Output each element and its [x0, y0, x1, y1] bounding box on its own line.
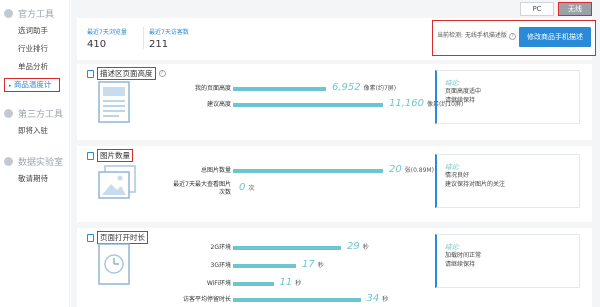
book-icon [87, 151, 94, 160]
sidebar-item-analysis[interactable]: 单品分析 [0, 58, 69, 76]
summary-panel: 最近7天浏览量 410 最近7天访客数 211 当前检测: 无线手机描述版? 修… [77, 18, 596, 60]
mobile-tab[interactable]: 无线 [558, 2, 592, 16]
conclusion-title: 结论: [445, 163, 461, 171]
section-header: 描述区页面高度 ? [87, 67, 166, 80]
metric-value: 20 张(0.89M) [389, 164, 434, 175]
book-icon [87, 233, 94, 242]
conclusion-box: 结论: 加载时间正常 请继续保持 [435, 234, 580, 288]
metric-value: 34 秒 [366, 293, 389, 304]
sidebar-group-third-party: 第三方工具 [0, 104, 69, 122]
metric-label: WiFi环境 [206, 280, 231, 287]
sidebar-item-stay-tuned[interactable]: 敬请期待 [0, 170, 69, 188]
sidebar-group-lab: 数据实验室 [0, 152, 69, 170]
metric-row: 2G环境 29 秒 [147, 241, 427, 254]
detection-text: 当前检测: 无线手机描述版 [437, 32, 507, 39]
stat-label: 最近7天浏览量 [87, 29, 127, 36]
stat-value: 410 [87, 39, 107, 50]
metric-label: 最近7天最大查看图片次数 [173, 181, 231, 196]
conclusion-line: 建议保持对图片的关注 [445, 181, 506, 188]
section-image-count: 图片数量 总图片数量 20 张(0.89M) 最近7天最大查看图片次数 0次 结论… [77, 146, 592, 222]
section-page-height: 描述区页面高度 ? 我的页面高度 6,952 像素(约7屏) 建议高度 11,16… [77, 64, 592, 140]
metric-label: 总图片数量 [200, 167, 231, 174]
conclusion-title: 结论: [445, 79, 461, 87]
caret-right-icon: ▸ [9, 83, 12, 89]
sidebar-item-ranking[interactable]: 行业排行 [0, 40, 69, 58]
section-title: 图片数量 [97, 149, 133, 162]
metric-bar [233, 87, 326, 91]
metric-label: 建议高度 [206, 101, 231, 108]
sidebar-group-official: 官方工具 [0, 4, 69, 22]
visitors-stat: 最近7天访客数 211 [149, 27, 189, 50]
metric-label: 我的页面高度 [194, 85, 231, 92]
main-content: PC 无线 最近7天浏览量 410 最近7天访客数 211 当前检测: 无线手机… [71, 0, 600, 307]
metric-row: 最近7天最大查看图片次数 0次 [147, 181, 427, 196]
conclusion-title: 结论: [445, 243, 461, 251]
metric-row: 我的页面高度 6,952 像素(约7屏) [147, 82, 427, 95]
metric-value: 11 秒 [279, 277, 302, 288]
sidebar-group-title: 官方工具 [18, 9, 55, 20]
section-title: 描述区页面高度 [97, 67, 156, 80]
conclusion-line: 页面高度适中 [445, 88, 482, 95]
metric-row: WiFi环境 11 秒 [147, 277, 427, 290]
edit-mobile-description-button[interactable]: 修改商品手机描述 [519, 27, 591, 47]
stat-value: 211 [149, 39, 169, 50]
metric-bar [233, 282, 274, 286]
section-header: 图片数量 [87, 149, 133, 162]
detection-box: 当前检测: 无线手机描述版? 修改商品手机描述 [432, 20, 596, 56]
conclusion-box: 结论: 页面高度适中 请继续保持 [435, 70, 580, 124]
sidebar-item-coming-soon[interactable]: 即将入驻 [0, 122, 69, 140]
tools-icon [4, 8, 13, 18]
conclusion-line: 情况良好 [445, 172, 470, 179]
sidebar-item-label: 商品温度计 [13, 80, 52, 89]
metric-bar [233, 264, 296, 268]
detection-status: 当前检测: 无线手机描述版? [437, 30, 516, 40]
metric-bar [233, 246, 341, 250]
conclusion-line: 加载时间正常 [445, 252, 482, 259]
sidebar-group-title: 第三方工具 [18, 109, 64, 120]
conclusion-line: 请继续保持 [445, 97, 476, 104]
metric-bar [233, 169, 383, 173]
device-switch: PC 无线 [520, 2, 592, 16]
divider [143, 27, 144, 49]
metric-bar [233, 298, 361, 302]
metric-value: 0次 [239, 182, 255, 193]
book-icon [87, 69, 94, 78]
sidebar-group-title: 数据实验室 [18, 157, 64, 168]
conclusion-line: 请继续保持 [445, 261, 476, 268]
sidebar: 官方工具 选词助手 行业排行 单品分析 ▸ 商品温度计 第三方工具 即将入驻 数… [0, 0, 70, 307]
metric-label: 3G环境 [210, 262, 231, 269]
conclusion-box: 结论: 情况良好 建议保持对图片的关注 [435, 154, 580, 208]
metric-row: 建议高度 11,160 像素(约10屏) [147, 98, 463, 111]
sidebar-item-thermometer[interactable]: ▸ 商品温度计 [4, 78, 60, 92]
stat-label: 最近7天访客数 [149, 29, 189, 36]
metric-value: 17 秒 [302, 259, 324, 270]
sidebar-item-keyword[interactable]: 选词助手 [0, 22, 69, 40]
metric-value: 6,952 像素(约7屏) [332, 82, 397, 93]
metric-value: 29 秒 [347, 241, 369, 252]
metric-row: 访客平均停留时长 34 秒 [147, 293, 427, 306]
pc-tab[interactable]: PC [520, 2, 554, 16]
plugin-icon [4, 108, 13, 118]
metric-label: 2G环境 [210, 244, 231, 251]
metric-row: 3G环境 17 秒 [147, 259, 427, 272]
database-icon [4, 156, 13, 166]
section-load-time: 页面打开时长 2G环境 29 秒 3G环境 17 秒 WiFi环境 11 秒 访客平均… [77, 228, 592, 307]
help-icon[interactable]: ? [158, 70, 166, 77]
help-icon[interactable]: ? [508, 33, 516, 40]
metric-label: 访客平均停留时长 [182, 296, 231, 303]
metric-bar [233, 103, 383, 107]
metric-row: 总图片数量 20 张(0.89M) [147, 164, 434, 177]
pageviews-stat: 最近7天浏览量 410 [87, 27, 127, 50]
